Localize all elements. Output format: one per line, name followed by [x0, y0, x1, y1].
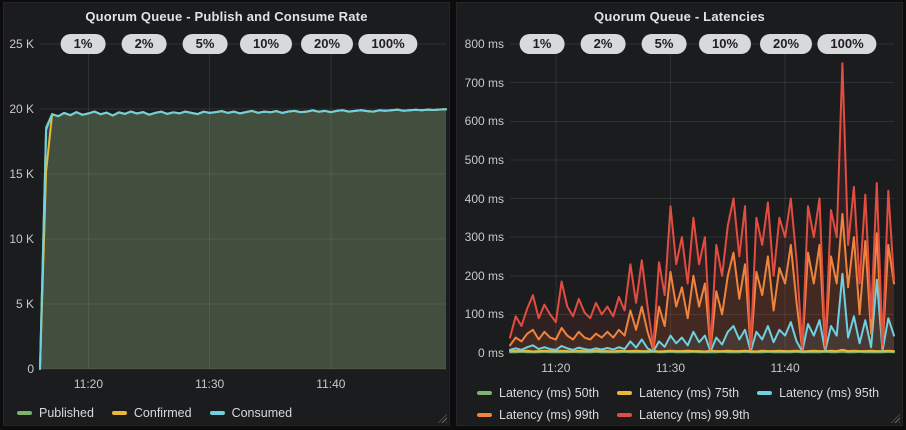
annotation-pill-1pct[interactable]: 1%: [61, 34, 106, 54]
legend-item-confirmed[interactable]: Confirmed: [112, 406, 192, 420]
y-axis-label: 20 K: [4, 102, 34, 116]
legend-color-dash: [477, 413, 492, 417]
annotation-pill-1pct[interactable]: 1%: [520, 34, 565, 54]
x-axis-label: 11:20: [526, 361, 586, 375]
y-axis-label: 700 ms: [457, 76, 504, 90]
annotation-pill-10pct[interactable]: 10%: [699, 34, 751, 54]
legend-label: Consumed: [232, 406, 292, 420]
series-area-consumed: [40, 109, 446, 369]
annotation-pill-2pct[interactable]: 2%: [122, 34, 167, 54]
y-axis-label: 10 K: [4, 232, 34, 246]
legend-row: Latency (ms) 50th Latency (ms) 75th Latenc…: [477, 382, 897, 400]
annotation-pill-5pct[interactable]: 5%: [183, 34, 228, 54]
legend-color-dash: [17, 411, 32, 415]
legend-label: Latency (ms) 99.9th: [639, 408, 749, 422]
legend-item-published[interactable]: Published: [17, 406, 94, 420]
y-axis-label: 0: [4, 362, 34, 376]
chart-canvas[interactable]: [4, 3, 451, 427]
legend-label: Latency (ms) 75th: [639, 386, 739, 400]
legend-item-latency-ms-99-9th[interactable]: Latency (ms) 99.9th: [617, 408, 749, 422]
legend-color-dash: [210, 411, 225, 415]
y-axis-label: 15 K: [4, 167, 34, 181]
legend-color-dash: [617, 391, 632, 395]
legend-item-latency-ms-95th[interactable]: Latency (ms) 95th: [757, 386, 879, 400]
y-axis-label: 500 ms: [457, 153, 504, 167]
annotation-pill-10pct[interactable]: 10%: [240, 34, 292, 54]
y-axis-label: 400 ms: [457, 192, 504, 206]
annotation-pill-20pct[interactable]: 20%: [760, 34, 812, 54]
legend-item-latency-ms-50th[interactable]: Latency (ms) 50th: [477, 386, 599, 400]
panel-title: Quorum Queue - Latencies: [457, 9, 902, 24]
legend-label: Published: [39, 406, 94, 420]
legend-color-dash: [477, 391, 492, 395]
legend-item-latency-ms-75th[interactable]: Latency (ms) 75th: [617, 386, 739, 400]
panel-title: Quorum Queue - Publish and Consume Rate: [4, 9, 449, 24]
legend-label: Latency (ms) 95th: [779, 386, 879, 400]
legend-row: Latency (ms) 99th Latency (ms) 99.9th: [477, 404, 768, 422]
x-axis-label: 11:30: [180, 377, 240, 391]
y-axis-label: 800 ms: [457, 37, 504, 51]
legend-item-consumed[interactable]: Consumed: [210, 406, 292, 420]
legend-label: Latency (ms) 50th: [499, 386, 599, 400]
y-axis-label: 100 ms: [457, 307, 504, 321]
legend-color-dash: [757, 391, 772, 395]
annotation-pill-2pct[interactable]: 2%: [581, 34, 626, 54]
legend-label: Confirmed: [134, 406, 192, 420]
x-axis-label: 11:40: [301, 377, 361, 391]
x-axis-label: 11:40: [755, 361, 815, 375]
panel-publish-consume-rate: Quorum Queue - Publish and Consume Rate …: [3, 2, 450, 426]
legend-item-latency-ms-99th[interactable]: Latency (ms) 99th: [477, 408, 599, 422]
annotation-pill-100pct[interactable]: 100%: [358, 34, 417, 54]
y-axis-label: 5 K: [4, 297, 34, 311]
legend-color-dash: [617, 413, 632, 417]
y-axis-label: 300 ms: [457, 230, 504, 244]
y-axis-label: 200 ms: [457, 269, 504, 283]
x-axis-label: 11:20: [58, 377, 118, 391]
series-area-latency-ms-99-9th: [510, 63, 894, 353]
y-axis-label: 25 K: [4, 37, 34, 51]
y-axis-label: 0 ms: [457, 346, 504, 360]
legend-color-dash: [112, 411, 127, 415]
x-axis-label: 11:30: [640, 361, 700, 375]
annotation-pill-100pct[interactable]: 100%: [817, 34, 876, 54]
panel-latencies: Quorum Queue - Latencies 0 ms 100 ms 200 m…: [456, 2, 903, 426]
y-axis-label: 600 ms: [457, 114, 504, 128]
legend-label: Latency (ms) 99th: [499, 408, 599, 422]
annotation-pill-5pct[interactable]: 5%: [642, 34, 687, 54]
annotation-pill-20pct[interactable]: 20%: [301, 34, 353, 54]
legend-row: Published Confirmed Consumed: [17, 402, 310, 420]
